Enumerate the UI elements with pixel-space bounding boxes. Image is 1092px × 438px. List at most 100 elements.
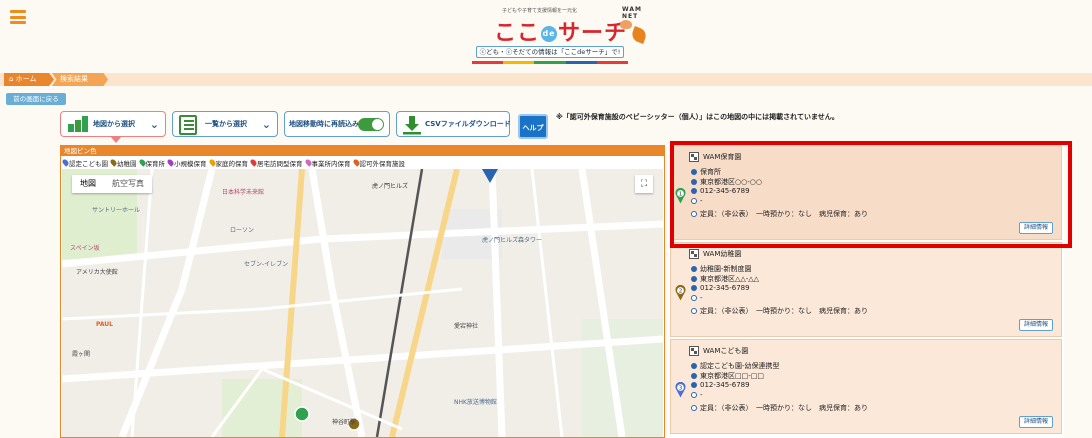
map-panel: 地図ピン色 認定こども園 幼稚園 保育所 小規模保育 家庭的保育 居宅訪問型保育 事業所内保… [60,145,665,438]
logo-tagline: 子どもや子育て支援情報を一元化 [502,8,578,14]
legend-item: 居宅訪問型保育 [249,158,303,168]
info-dot-icon [691,363,697,369]
list-icon [179,115,197,135]
bird-icon [620,20,632,29]
legend-item: 認可外保育施設 [351,158,405,168]
reload-on-move-toggle[interactable]: 地図移動時に再読込み [284,111,390,137]
map-place-label: セブン-イレブン [244,261,289,268]
csv-download-button[interactable]: CSVファイルダウンロード [396,111,511,137]
result-info: 定員：（非公表） 一時預かり：なし 病児保育：あり [691,209,868,219]
chevron-down-icon: ⌄ [149,118,159,131]
info-icon [691,211,697,217]
web-icon [691,198,697,204]
breadcrumb-home[interactable]: ⌂ ホーム [4,73,54,86]
hamburger-menu-icon[interactable] [10,10,26,24]
facility-icon [689,346,699,356]
breadcrumb-current: 検索結果 [52,73,108,86]
map-place-label: ローソン [230,227,255,234]
logo-color-bar [472,61,629,64]
web-icon [691,392,697,398]
leaf-icon [630,26,648,44]
map-pin-icon: 3 [675,382,686,398]
map-canvas[interactable]: 地図 航空写真 ⛶ 日本科学未来館 サントリーホール 虎ノ門ヒルズ 虎ノ門ヒルズ… [62,169,663,437]
site-header: 子どもや子育て支援情報を一元化 WAM NET ここ de サーチ ⓒども・ⓒそだて… [0,0,1092,70]
map-place-label: アメリカ大使館 [76,269,118,276]
pin-number: 2 [679,289,683,295]
result-address: 東京都港区□□-□□ [691,371,764,381]
info-icon [691,405,697,411]
map-place-label: サントリーホール [92,207,141,214]
result-phone: 012-345-6789 [691,381,750,389]
detail-button[interactable]: 詳細情報 [1019,222,1053,234]
info-dot-icon [691,169,697,175]
legend-item: 小規模保育 [166,158,207,168]
result-info: 定員：（非公表） 一時預かり：なし 病児保育：あり [691,306,868,316]
back-button[interactable]: 前の画面に戻る [6,93,66,105]
result-phone: 012-345-6789 [691,284,750,292]
location-icon [691,179,697,185]
notice-text: ※「認可外保育施設のベビーシッター（個人）」はこの地図の中には掲載されていません… [556,113,839,121]
pin-color-legend: 認定こども園 幼稚園 保育所 小規模保育 家庭的保育 居宅訪問型保育 事業所内保育 認可外保育… [61,157,405,168]
result-title[interactable]: WAM幼稚園 [703,249,741,259]
map-place-label: 日本科学未来館 [222,189,265,196]
info-icon [691,308,697,314]
breadcrumb: ⌂ ホーム 検索結果 [0,73,1092,86]
detail-button[interactable]: 詳細情報 [1019,416,1053,428]
pin-number: 1 [679,192,683,198]
list-select-button[interactable]: 一覧から選択 ⌄ [172,111,278,137]
result-extra: - [691,391,703,399]
phone-icon [691,285,697,291]
map-place-label: 虎ノ門ヒルズ [372,183,409,190]
site-logo[interactable]: 子どもや子育て支援情報を一元化 WAM NET ここ de サーチ ⓒども・ⓒそだて… [470,6,660,66]
map-place-label: 神谷町駅 [332,419,357,426]
result-card[interactable]: 1 WAM保育園 保育所 東京都港区○○-○○ 012-345-6789 - 定員：（非公表… [670,145,1062,240]
results-list: 1 WAM保育園 保育所 東京都港区○○-○○ 012-345-6789- 定員：（非公表… [668,145,1064,438]
active-tab-pointer [110,136,122,143]
location-icon [691,276,697,282]
map-pin-legend-header: 地図ピン色 [61,146,664,156]
result-extra: - [691,197,703,205]
wam-net-logo[interactable]: WAM NET [622,6,660,20]
location-icon [691,373,697,379]
map-select-button[interactable]: 地図から選択 ⌄ [60,111,166,137]
tab-aerial[interactable]: 航空写真 [104,175,152,193]
result-type: 認定こども園-幼保連携型 [691,361,780,371]
logo-text: ここ de サーチ [494,21,628,46]
web-icon [691,295,697,301]
map-place-label: 愛宕神社 [454,323,479,330]
result-title[interactable]: WAM保育園 [703,152,741,162]
map-roads [62,169,663,437]
help-button[interactable]: ヘルプ [518,114,548,139]
facility-icon [689,249,699,259]
map-place-label: 霞ヶ関 [72,351,91,358]
map-place-label: NHK放送博物館 [454,399,497,406]
result-info: 定員：（非公表） 一時預かり：なし 病児保育：あり [691,403,868,413]
legend-item: 幼稚園 [109,158,137,168]
result-phone: 012-345-6789 [691,187,750,195]
legend-item: 家庭的保育 [207,158,248,168]
result-card[interactable]: 3 WAMこども園認定こども園-幼保連携型 東京都港区□□-□□ 012-345-67… [670,339,1062,434]
download-icon [403,116,421,135]
info-dot-icon [691,266,697,272]
map-pin-icon: 2 [675,285,686,301]
map-place-label: スペイン坂 [70,245,100,252]
detail-button[interactable]: 詳細情報 [1019,319,1053,331]
legend-item: 事業所内保育 [303,158,351,168]
map-pin-icon: 1 [675,188,686,204]
map-place-label: PAUL [96,321,114,328]
result-title[interactable]: WAMこども園 [703,346,748,356]
map-place-label: 虎ノ門ヒルズ森タワー [482,237,543,244]
toggle-switch[interactable] [358,118,384,131]
fullscreen-icon[interactable]: ⛶ [635,175,653,193]
result-address: 東京都港区△△-△△ [691,274,759,284]
result-type: 幼稚園-新制度園 [691,264,752,274]
logo-subtitle: ⓒども・ⓒそだての情報は「ここdeサーチ」で! [476,46,624,58]
list-scrollbar[interactable] [1064,145,1072,438]
tab-map[interactable]: 地図 [72,175,104,193]
result-extra: - [691,294,703,302]
map-type-tabs: 地図 航空写真 [72,175,152,193]
chevron-down-icon: ⌄ [261,118,271,131]
phone-icon [691,188,697,194]
result-card[interactable]: 2 WAM幼稚園幼稚園-新制度園 東京都港区△△-△△ 012-345-6789 - 定員… [670,242,1062,337]
result-type: 保育所 [691,167,721,177]
